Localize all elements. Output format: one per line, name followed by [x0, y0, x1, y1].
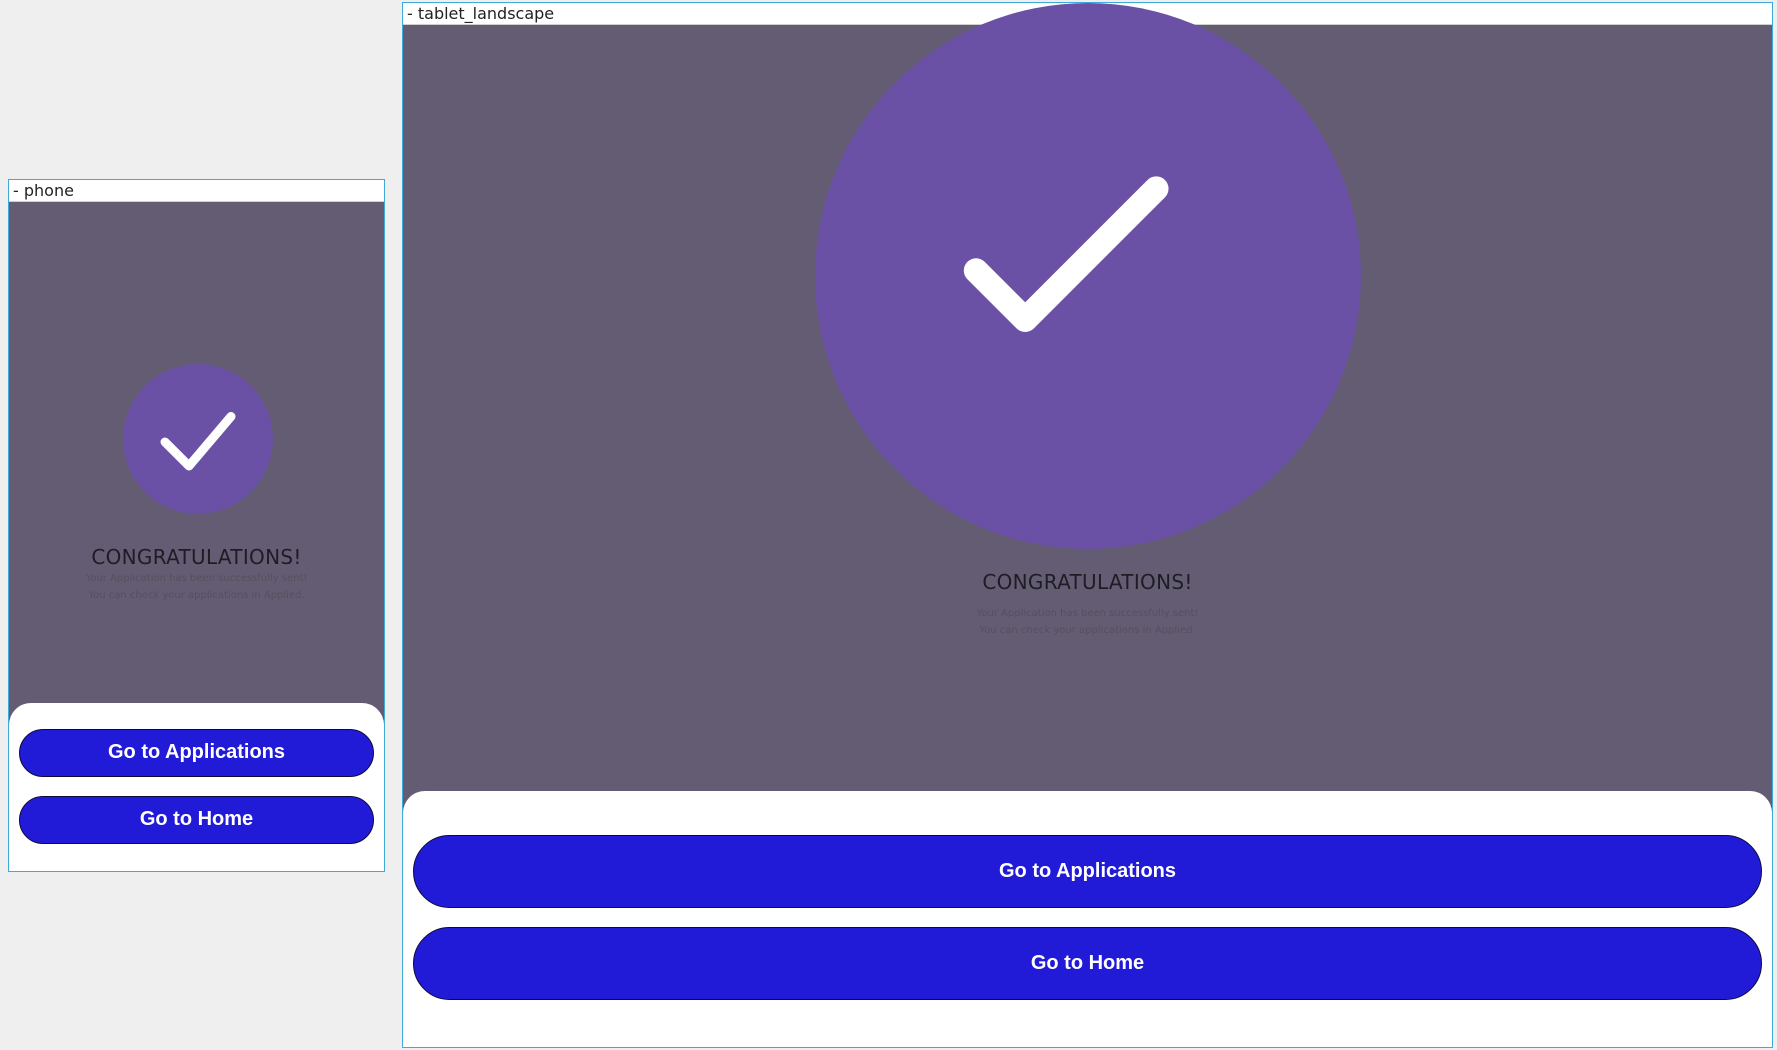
success-badge — [815, 3, 1361, 549]
description-line: Your Application has been successfully s… — [85, 573, 308, 584]
success-description: Your Application has been successfully s… — [9, 570, 384, 604]
success-screen: CONGRATULATIONS! Your Application has be… — [9, 202, 384, 871]
go-to-home-button[interactable]: Go to Home — [413, 927, 1762, 1000]
description-line: You can check your applications in Appli… — [88, 590, 305, 601]
bottom-sheet: Go to Applications Go to Home — [9, 703, 384, 871]
go-to-applications-button[interactable]: Go to Applications — [19, 729, 374, 777]
page-title: CONGRATULATIONS! — [982, 570, 1193, 594]
success-badge — [123, 364, 273, 514]
description-line: You can check your applications in Appli… — [979, 625, 1196, 636]
go-to-applications-button[interactable]: Go to Applications — [413, 835, 1762, 908]
phone-preview-frame: - phone CONGRATULATIONS! Your Applicatio… — [8, 179, 385, 872]
success-description: Your Application has been successfully s… — [403, 605, 1772, 639]
success-screen: CONGRATULATIONS! Your Application has be… — [403, 3, 1772, 1047]
go-to-home-button[interactable]: Go to Home — [19, 796, 374, 844]
checkmark-icon — [160, 412, 236, 471]
checkmark-icon — [963, 176, 1169, 332]
description-line: Your Application has been successfully s… — [976, 608, 1199, 619]
frame-label: - phone — [9, 180, 384, 202]
page-title: CONGRATULATIONS! — [91, 545, 302, 569]
bottom-sheet: Go to Applications Go to Home — [403, 791, 1772, 1047]
tablet-preview-frame: - tablet_landscape CONGRATULATIONS! Your… — [402, 2, 1773, 1048]
